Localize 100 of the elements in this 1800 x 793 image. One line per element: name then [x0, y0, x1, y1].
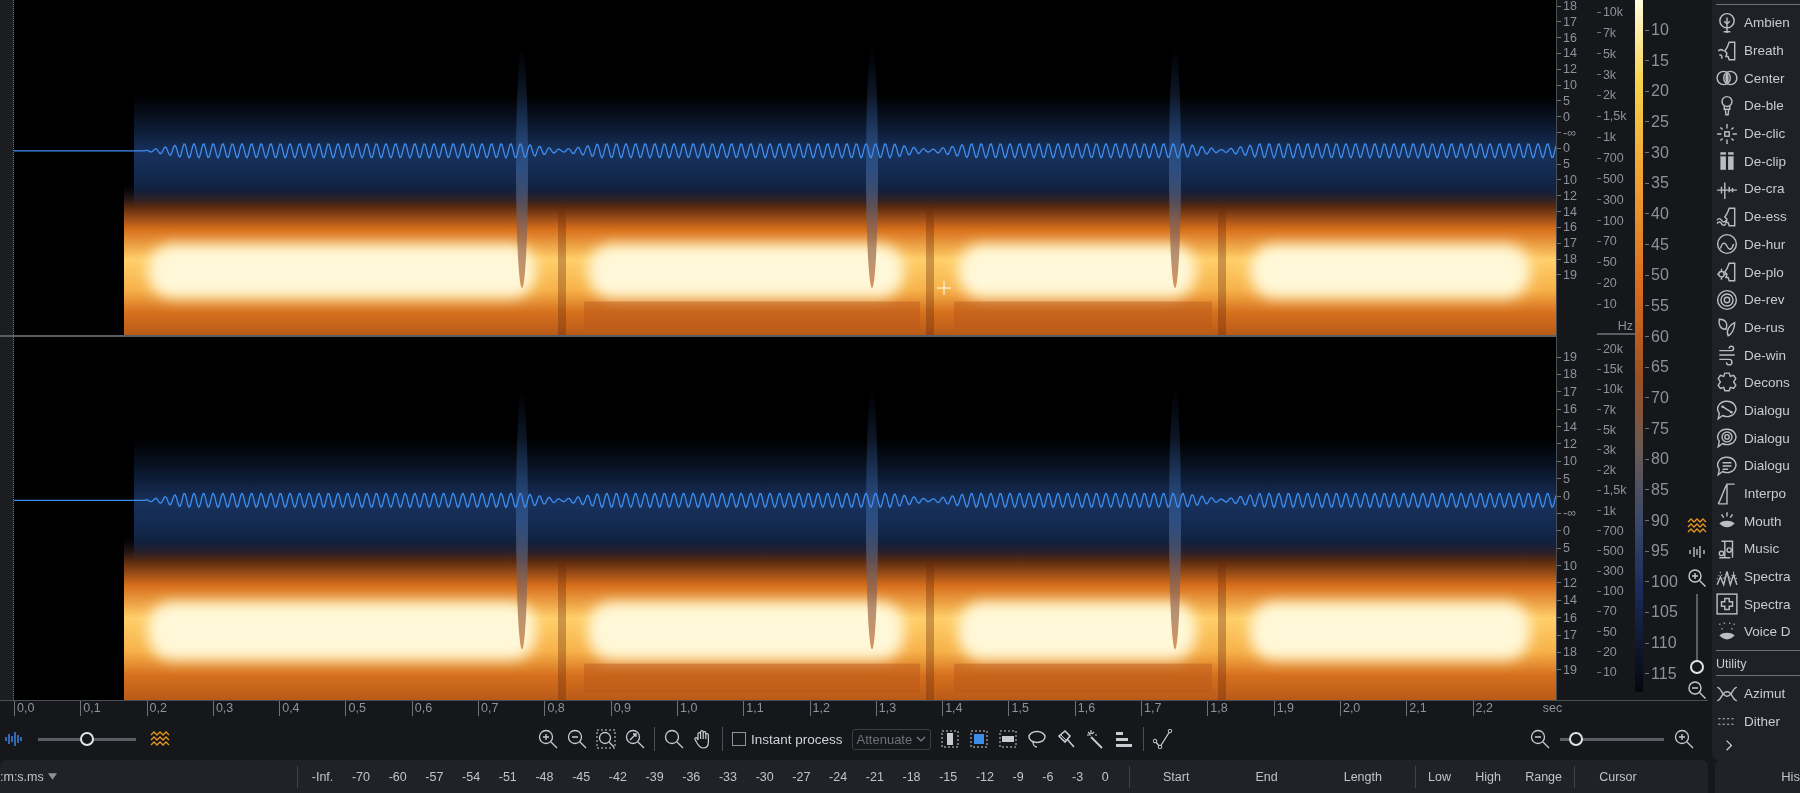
module-item[interactable]: Dialogu — [1716, 452, 1800, 480]
time-label: 0,1 — [80, 701, 147, 716]
instant-process-checkbox[interactable] — [732, 732, 746, 747]
amplitude-label: 5 — [1557, 542, 1597, 555]
time-unit: sec — [1541, 701, 1563, 716]
mode-dropdown[interactable]: Attenuate — [851, 728, 932, 750]
column-header: Start — [1163, 769, 1190, 784]
leaf-icon — [1716, 316, 1738, 339]
meter-label: 0 — [1101, 769, 1109, 784]
slider-thumb[interactable] — [80, 732, 94, 747]
lasso-icon[interactable] — [1027, 729, 1048, 750]
amplitude-label: 16 — [1557, 221, 1597, 234]
amplitude-label: 17 — [1557, 237, 1597, 250]
time-format-selector[interactable]: :m:s.ms — [0, 769, 297, 784]
amplitude-label: 10 — [1557, 79, 1597, 92]
caret-icon[interactable] — [916, 736, 927, 743]
amplitude-label: 18 — [1557, 368, 1597, 381]
module-item[interactable]: Dialogu — [1716, 424, 1800, 452]
module-item[interactable]: Decons — [1716, 368, 1800, 397]
module-item[interactable]: Spectra — [1716, 562, 1800, 591]
module-item[interactable]: De-hur — [1716, 230, 1800, 259]
module-item[interactable]: Mouth — [1716, 507, 1800, 536]
module-item[interactable]: De-ble — [1716, 92, 1800, 120]
module-item[interactable]: De-rev — [1716, 285, 1800, 314]
amplitude-label: 17 — [1557, 15, 1597, 28]
module-item[interactable]: De-rus — [1716, 313, 1800, 342]
module-item[interactable]: Dither — [1716, 707, 1800, 736]
caret-icon[interactable] — [47, 773, 57, 780]
frequency-label: 20 — [1596, 277, 1636, 290]
module-item[interactable]: Center — [1716, 64, 1800, 93]
time-selection-icon[interactable] — [940, 729, 961, 750]
amplitude-label: 12 — [1557, 576, 1597, 589]
amplitude-label: 0 — [1557, 110, 1597, 123]
zoom-selection-icon[interactable] — [596, 729, 616, 750]
module-item[interactable]: De-cra — [1716, 175, 1800, 203]
amplitude-label: 17 — [1557, 385, 1597, 398]
module-item[interactable]: Voice D — [1716, 618, 1800, 646]
plus-square-icon — [1716, 593, 1738, 616]
frequency-label: 20 — [1596, 645, 1636, 658]
module-item[interactable]: Azimut — [1716, 679, 1800, 708]
time-label: 0,6 — [411, 701, 479, 716]
frequency-label: 100 — [1596, 585, 1636, 598]
amplitude-label: 14 — [1557, 47, 1597, 60]
module-item[interactable]: De-win — [1716, 341, 1800, 369]
module-item[interactable]: Breath — [1716, 36, 1800, 65]
amplitude-label: 5 — [1557, 158, 1597, 171]
module-item[interactable]: Ambien — [1716, 9, 1800, 37]
slider-thumb[interactable] — [1569, 732, 1583, 747]
module-item[interactable]: De-clip — [1716, 147, 1800, 176]
module-item[interactable]: Music — [1716, 535, 1800, 563]
column-header: Cursor — [1599, 769, 1637, 784]
box-selection-icon[interactable] — [969, 729, 990, 750]
amplitude-label: 10 — [1557, 559, 1597, 572]
frequency-label: 10k — [1596, 383, 1636, 396]
frequency-label: 50 — [1596, 625, 1636, 638]
slider-thumb[interactable] — [1689, 660, 1704, 674]
zoom-in-icon[interactable] — [538, 729, 558, 750]
brush-icon[interactable] — [1056, 729, 1077, 750]
amplitude-label: 10 — [1557, 455, 1597, 468]
frequency-label: 10 — [1596, 298, 1636, 311]
chevron-right-icon[interactable] — [1724, 739, 1734, 752]
decibel-label: 115 — [1645, 667, 1678, 680]
decibel-label: 50 — [1645, 269, 1678, 282]
zoom-fit-icon[interactable] — [625, 729, 645, 750]
meter-label: -12 — [975, 769, 994, 784]
module-item[interactable]: De-clic — [1716, 119, 1800, 148]
frequency-label: 5k — [1596, 47, 1636, 60]
frequency-label: 10k — [1596, 6, 1636, 18]
decibel-label: 85 — [1645, 483, 1678, 496]
meter-label: -24 — [829, 769, 848, 784]
speech-bubble-icon — [1716, 427, 1738, 450]
frequency-label: 1,5k — [1596, 110, 1636, 123]
decibel-label: 35 — [1645, 177, 1678, 190]
frequency-unit: Hz — [1616, 318, 1635, 333]
curve-tool-icon[interactable] — [1153, 729, 1174, 750]
zoom-out-icon[interactable] — [1530, 729, 1550, 750]
zoom-out-icon[interactable] — [1686, 680, 1707, 700]
decibel-label: 90 — [1645, 514, 1678, 527]
harmonic-bars-icon[interactable] — [1114, 729, 1135, 750]
magnifier-icon[interactable] — [664, 729, 684, 750]
module-item[interactable]: De-ess — [1716, 202, 1800, 231]
frequency-selection-icon[interactable] — [998, 729, 1019, 750]
zoom-out-icon[interactable] — [567, 729, 587, 750]
column-header: Range — [1525, 769, 1563, 784]
zoom-in-icon[interactable] — [1674, 729, 1694, 750]
meter-label: -45 — [572, 769, 591, 784]
amplitude-label: 17 — [1557, 629, 1597, 641]
decibel-label: 45 — [1645, 238, 1678, 251]
zoom-in-icon[interactable] — [1686, 568, 1707, 588]
meter-label: -54 — [462, 769, 481, 784]
decibel-label: 105 — [1645, 606, 1678, 619]
amplitude-label: 12 — [1557, 63, 1597, 76]
amplitude-label: 14 — [1557, 205, 1597, 218]
column-header: End — [1255, 769, 1278, 784]
wind-icon — [1716, 344, 1738, 367]
module-item[interactable]: Spectra — [1716, 590, 1800, 619]
amplitude-label: 0 — [1557, 524, 1597, 537]
module-item[interactable]: De-plo — [1716, 258, 1800, 286]
module-item[interactable]: Dialogu — [1716, 396, 1800, 425]
module-item[interactable]: Interpo — [1716, 479, 1800, 508]
